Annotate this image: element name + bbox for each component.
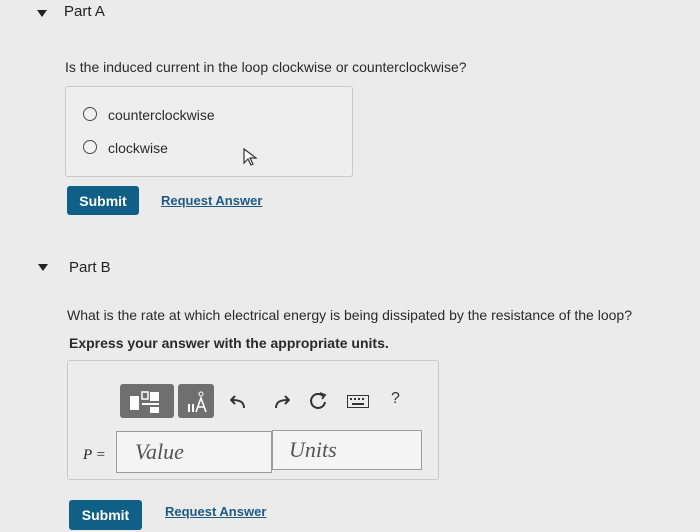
templates-icon [130,391,159,413]
choice-label[interactable]: clockwise [108,140,168,156]
mouse-pointer-icon [243,147,258,166]
reset-icon[interactable] [308,391,328,411]
part-a-request-answer-link[interactable]: Request Answer [161,193,262,208]
part-a-question: Is the induced current in the loop clock… [65,59,467,75]
choice-label[interactable]: counterclockwise [108,107,215,123]
symbols-button[interactable] [178,384,214,418]
units-placeholder: Units [289,437,337,462]
angstrom-symbol-icon [188,391,207,413]
part-b-title: Part B [69,259,111,276]
collapse-caret-icon[interactable] [37,10,47,17]
choices-box: counterclockwise clockwise [65,86,353,177]
radio-clockwise[interactable] [83,140,97,154]
units-input[interactable]: Units [272,430,422,470]
undo-icon[interactable] [230,392,248,410]
collapse-caret-icon[interactable] [38,264,48,271]
radio-counterclockwise[interactable] [83,107,97,121]
value-placeholder: Value [135,439,184,464]
part-b-submit-button[interactable]: Submit [69,500,142,530]
answer-box: ? P = Value Units [67,360,439,480]
part-b-question: What is the rate at which electrical ene… [67,307,632,323]
part-a-submit-button[interactable]: Submit [67,186,139,215]
value-input[interactable]: Value [116,431,272,473]
templates-button[interactable] [120,384,174,418]
help-button[interactable]: ? [391,390,400,408]
part-b-instruction: Express your answer with the appropriate… [69,335,389,351]
part-a-title: Part A [64,3,105,20]
redo-icon[interactable] [272,392,290,410]
keyboard-icon[interactable] [347,395,369,408]
part-b-request-answer-link[interactable]: Request Answer [165,504,266,519]
variable-label: P = [83,447,106,463]
